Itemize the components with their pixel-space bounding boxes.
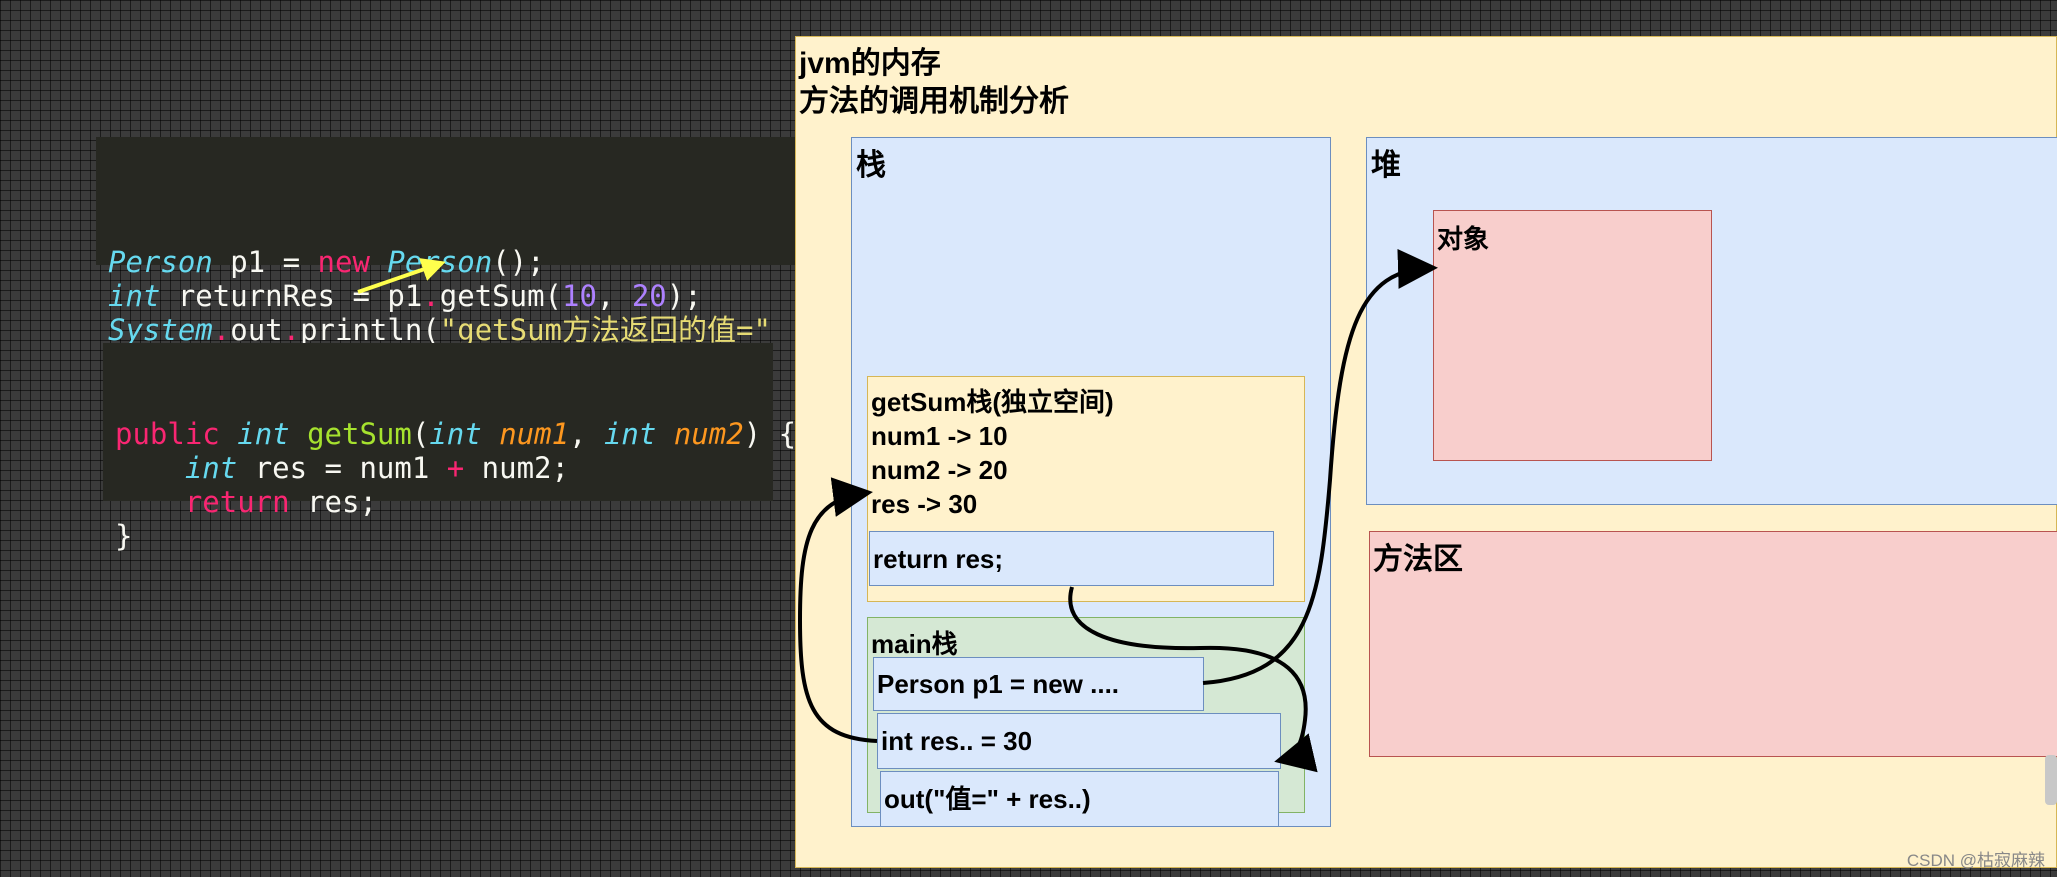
code-main-line: System.out.println("getSum方法返回的值=" <box>108 313 816 347</box>
getsum-frame-title: getSum栈(独立空间) <box>871 387 1114 417</box>
code-token: returnRes = p1 <box>160 279 423 313</box>
code-method-lines: public int getSum(int num1, int num2) { … <box>115 417 796 553</box>
code-token: ) { <box>743 417 797 451</box>
return-res-box: return res; <box>869 531 1274 586</box>
watermark: CSDN @枯寂麻辣 <box>1906 851 2045 870</box>
code-token: int <box>108 279 161 313</box>
return-res-label: return res; <box>873 544 1004 574</box>
code-token: 10 <box>561 279 597 313</box>
code-token: ( <box>411 417 430 451</box>
code-token: new <box>317 245 370 279</box>
code-token: . <box>282 313 301 347</box>
code-main-line: int returnRes = p1.getSum(10, 20); <box>108 279 816 313</box>
main-stmt-out: out("值=" + res..) <box>880 771 1279 827</box>
code-token: System <box>108 313 213 347</box>
main-stmt-res: int res.. = 30 <box>877 713 1281 769</box>
object-box: 对象 <box>1433 210 1712 461</box>
code-token: getSum <box>307 417 412 451</box>
getsum-num1: num1 -> 10 <box>871 421 1008 451</box>
code-token: . <box>212 313 231 347</box>
code-token: 20 <box>631 279 667 313</box>
code-token: Person <box>108 245 213 279</box>
code-token: } <box>115 519 133 553</box>
main-stmt-person: Person p1 = new .... <box>873 657 1204 711</box>
code-token: , <box>569 417 604 451</box>
jvm-memory-diagram: jvm的内存 方法的调用机制分析 栈 getSum栈(独立空间) num1 ->… <box>795 36 2057 868</box>
code-token: int <box>603 417 657 451</box>
main-frame-title: main栈 <box>871 629 958 659</box>
code-token: public <box>115 417 220 451</box>
code-token: ); <box>666 279 702 313</box>
code-snippet-main: Person p1 = new Person(); int returnRes =… <box>96 137 828 347</box>
method-area: 方法区 <box>1369 531 2057 757</box>
code-token: p1 = <box>212 245 318 279</box>
code-method-line: int res = num1 + num2; <box>115 451 761 485</box>
code-token: num1 <box>499 417 570 451</box>
code-token: num2; <box>464 451 569 485</box>
code-token: num2 <box>673 417 744 451</box>
code-token: Person <box>387 245 493 279</box>
code-token: res; <box>289 485 377 519</box>
vertical-scrollbar[interactable] <box>2045 755 2057 805</box>
code-method-line: return res; <box>115 485 761 519</box>
heap-label: 堆 <box>1371 149 1401 182</box>
code-snippet-method: public int getSum(int num1, int num2) { … <box>103 343 796 553</box>
code-token: (); <box>492 245 545 279</box>
code-token: int <box>237 417 290 451</box>
main-stmt-res-label: int res.. = 30 <box>881 726 1033 756</box>
main-stmt-out-label: out("值=" + res..) <box>884 784 1091 814</box>
code-token: out <box>230 313 283 347</box>
code-token: int <box>184 451 238 485</box>
code-token: getSum( <box>439 279 562 313</box>
method-area-label: 方法区 <box>1373 543 1463 576</box>
code-method-line: } <box>115 519 761 553</box>
code-token: + <box>446 451 465 485</box>
code-token: , <box>596 279 632 313</box>
diagram-title-line1: jvm的内存 <box>799 47 941 80</box>
code-token: println( <box>300 313 440 347</box>
stack-label: 栈 <box>856 149 886 182</box>
diagram-title-line2: 方法的调用机制分析 <box>799 85 1069 118</box>
code-method-line: public int getSum(int num1, int num2) { <box>115 417 796 451</box>
code-main-lines: Person p1 = new Person(); int returnRes =… <box>108 245 816 347</box>
code-token: res = num1 <box>237 451 447 485</box>
object-label: 对象 <box>1437 224 1490 254</box>
code-token: . <box>422 279 440 313</box>
code-token: "getSum方法返回的值=" <box>439 313 771 347</box>
getsum-num2: num2 -> 20 <box>871 455 1008 485</box>
code-token: int <box>429 417 482 451</box>
main-stmt-person-label: Person p1 = new .... <box>877 669 1120 699</box>
code-main-line: Person p1 = new Person(); <box>108 245 816 279</box>
code-token: return <box>184 485 290 519</box>
getsum-res: res -> 30 <box>871 489 978 519</box>
